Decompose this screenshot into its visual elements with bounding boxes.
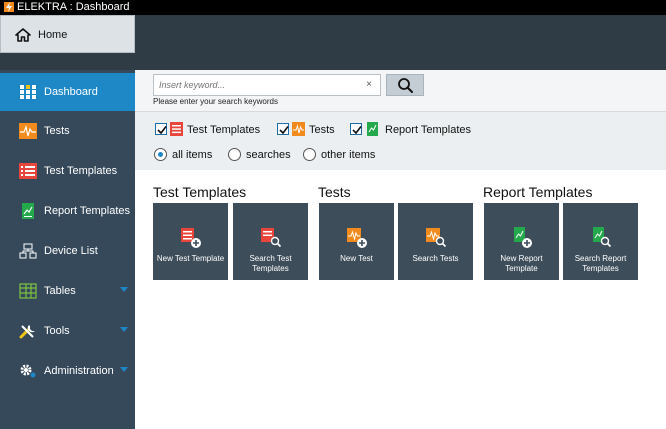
report-icon <box>19 203 37 219</box>
search-field[interactable]: × <box>153 74 381 96</box>
chevron-down-icon[interactable] <box>120 287 128 292</box>
grid-icon <box>19 84 37 100</box>
sidebar-item-label: Administration <box>44 365 114 377</box>
search-tests-tile[interactable]: Search Tests <box>398 203 473 280</box>
list-icon <box>19 163 37 179</box>
home-tab[interactable]: Home <box>0 15 135 53</box>
radio-searches[interactable] <box>228 148 241 161</box>
list-icon <box>170 122 183 136</box>
new-test-template-tile[interactable]: New Test Template <box>153 203 228 280</box>
new-report-template-tile[interactable]: New Report Template <box>484 203 559 280</box>
window-title: ELEKTRA : Dashboard <box>17 1 130 13</box>
radio-other-items[interactable] <box>303 148 316 161</box>
checkbox-label: Report Templates <box>385 124 472 136</box>
waveform-icon <box>19 123 37 139</box>
sidebar-item-report-templates[interactable]: Report Templates <box>0 192 135 230</box>
sidebar-item-administration[interactable]: Administration <box>0 352 135 390</box>
sidebar-item-label: Test Templates <box>44 165 118 177</box>
search-tests-icon <box>425 227 447 249</box>
sidebar-item-label: Tests <box>44 125 70 137</box>
sidebar-item-tools[interactable]: Tools <box>0 312 135 350</box>
tile-label: Search Report Templates <box>574 254 627 273</box>
new-test-template-icon <box>180 227 202 249</box>
home-label: Home <box>38 29 68 41</box>
sidebar-item-label: Tools <box>44 325 70 337</box>
search-hint: Please enter your search keywords <box>153 97 278 106</box>
sidebar-item-test-templates[interactable]: Test Templates <box>0 152 135 190</box>
gear-icon <box>19 363 37 379</box>
search-report-templates-tile[interactable]: Search Report Templates <box>563 203 638 280</box>
sidebar-item-label: Device List <box>44 245 98 257</box>
new-test-icon <box>346 227 368 249</box>
radio-label: all items <box>172 149 213 161</box>
section-title-test-templates: Test Templates <box>153 184 247 200</box>
tile-label: New Test Template <box>156 254 225 263</box>
search-report-templates-icon <box>590 227 612 249</box>
sidebar-item-tests[interactable]: Tests <box>0 112 135 150</box>
checkbox-test-templates[interactable] <box>155 123 167 135</box>
tile-label: New Test <box>340 254 373 263</box>
radio-all-items[interactable] <box>154 148 167 161</box>
clear-icon[interactable]: × <box>366 79 372 90</box>
sidebar-item-label: Tables <box>44 285 76 297</box>
lightning-icon <box>4 2 14 12</box>
checkbox-report-templates[interactable] <box>350 123 362 135</box>
radio-label: other items <box>321 149 376 161</box>
checkbox-label: Tests <box>309 124 335 136</box>
section-title-report-templates: Report Templates <box>483 184 593 200</box>
radio-label: searches <box>246 149 291 161</box>
table-icon <box>19 283 37 299</box>
devices-icon <box>19 243 37 259</box>
chevron-down-icon[interactable] <box>120 367 128 372</box>
search-test-templates-tile[interactable]: Search Test Templates <box>233 203 308 280</box>
new-report-template-icon <box>511 227 533 249</box>
report-icon <box>366 122 379 136</box>
home-icon <box>15 28 31 45</box>
search-button[interactable] <box>386 74 424 96</box>
checkbox-tests[interactable] <box>277 123 289 135</box>
filter-panel <box>135 112 666 170</box>
waveform-icon <box>292 122 305 136</box>
title-bar: ELEKTRA : Dashboard <box>0 0 666 15</box>
checkbox-label: Test Templates <box>187 124 261 136</box>
wrench-icon <box>19 323 37 339</box>
tile-label: New Report Template <box>500 254 543 273</box>
sidebar-item-label: Dashboard <box>44 86 98 98</box>
sidebar-item-label: Report Templates <box>44 205 131 217</box>
new-test-tile[interactable]: New Test <box>319 203 394 280</box>
tile-label: Search Tests <box>412 254 459 263</box>
sidebar-item-device-list[interactable]: Device List <box>0 232 135 270</box>
search-test-templates-icon <box>260 227 282 249</box>
tile-label: Search Test Templates <box>249 254 292 273</box>
sidebar-item-dashboard[interactable]: Dashboard <box>0 73 135 111</box>
sidebar-item-tables[interactable]: Tables <box>0 272 135 310</box>
sidebar: Dashboard Tests Test Templates Report Te… <box>0 70 135 429</box>
chevron-down-icon[interactable] <box>120 327 128 332</box>
search-input[interactable] <box>159 78 349 92</box>
search-icon <box>398 78 413 93</box>
section-title-tests: Tests <box>318 184 351 200</box>
